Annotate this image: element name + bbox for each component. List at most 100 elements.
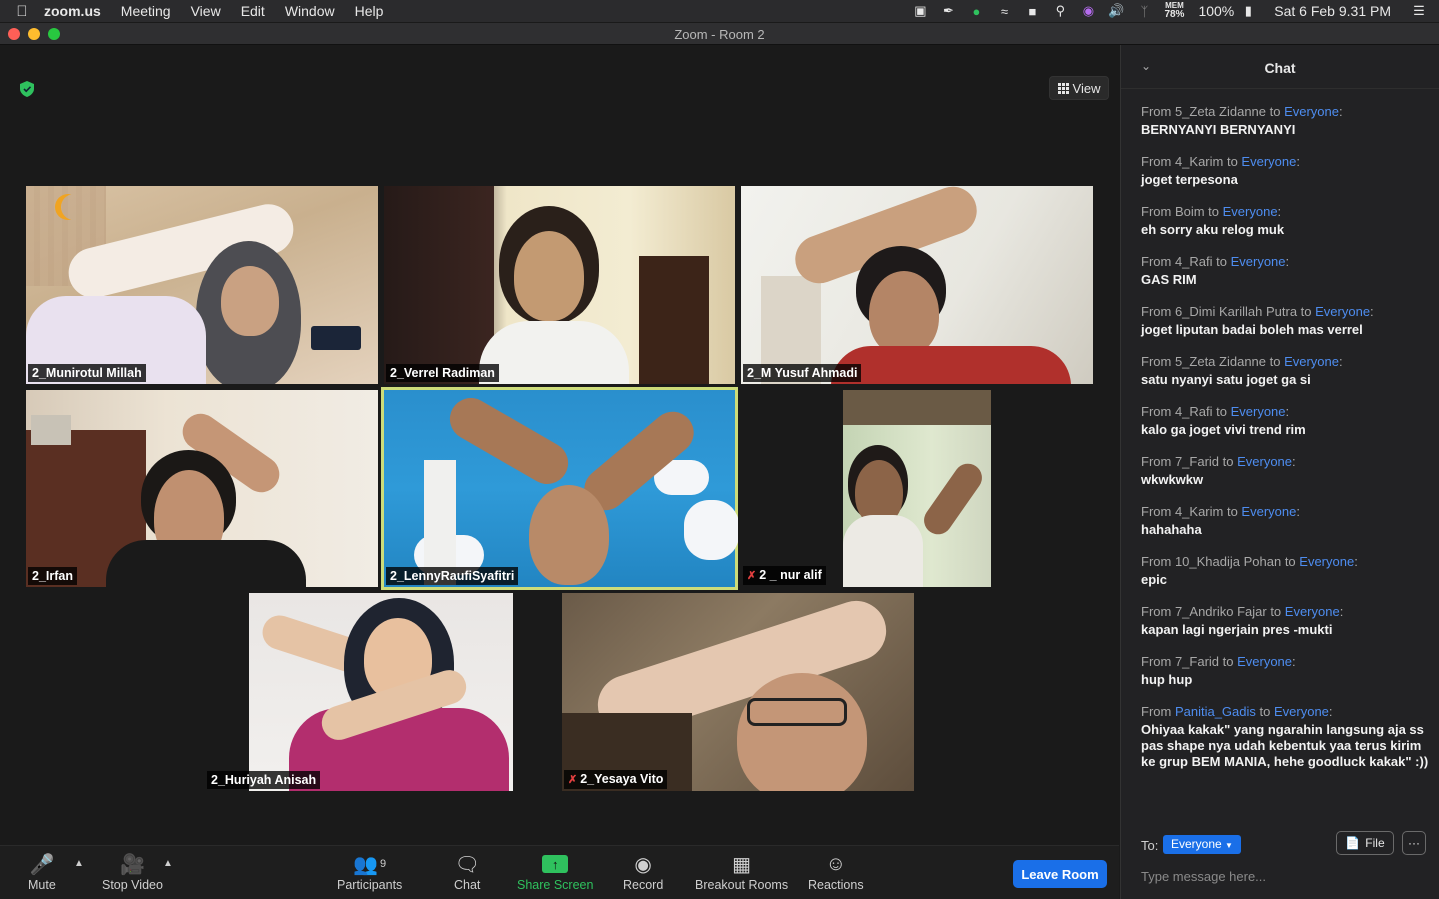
chat-message: From 6_Dimi Karillah Putra to Everyone: j… (1141, 303, 1431, 338)
notification-center-icon[interactable]: ☰ (1399, 3, 1439, 19)
zoom-window: Zoom - Room 2 View 2_Munirotul Millah 2_… (0, 23, 1439, 899)
recipient-link[interactable]: Everyone (1223, 204, 1278, 219)
video-feed (26, 186, 378, 384)
zoom-status-icon[interactable]: ▣ (906, 3, 934, 19)
chat-messages: From 5_Zeta Zidanne to Everyone: BERNYANY… (1141, 103, 1431, 785)
video-tile-nur-alif[interactable]: ✗ 2 _ nur alif (741, 390, 1093, 587)
menu-window[interactable]: Window (275, 0, 345, 22)
apple-icon[interactable]:  (0, 3, 44, 20)
view-button[interactable]: View (1049, 76, 1109, 100)
audio-options-chevron-icon[interactable]: ▲ (74, 858, 84, 869)
recipient-link[interactable]: Everyone (1237, 654, 1292, 669)
video-tile-irfan[interactable]: 2_Irfan (26, 390, 378, 587)
menu-edit[interactable]: Edit (231, 0, 275, 22)
chat-message-text: kapan lagi ngerjain pres -mukti (1141, 622, 1333, 637)
lock-icon[interactable]: ■ (1018, 4, 1046, 19)
bluetooth-icon[interactable]: ᛉ (1130, 4, 1158, 19)
chat-message-sender: From 6_Dimi Karillah Putra to Everyone: (1141, 304, 1374, 319)
title-bar: Zoom - Room 2 (0, 23, 1439, 45)
recipient-link[interactable]: Everyone (1284, 104, 1339, 119)
recipient-link[interactable]: Everyone (1285, 604, 1340, 619)
volume-icon[interactable]: 🔊 (1102, 3, 1130, 19)
video-tile-huriyah[interactable]: 2_Huriyah Anisah (205, 593, 557, 791)
menu-view[interactable]: View (181, 0, 231, 22)
feather-icon[interactable]: ✒ (934, 3, 962, 19)
recipient-link[interactable]: Everyone (1284, 354, 1339, 369)
file-button[interactable]: 📄 File (1336, 831, 1394, 855)
chat-message-input[interactable] (1141, 865, 1421, 887)
sender-text: From 7_Andriko Fajar to (1141, 604, 1285, 619)
recipient-link[interactable]: Everyone (1241, 504, 1296, 519)
recipient-link[interactable]: Everyone (1315, 304, 1370, 319)
menu-help[interactable]: Help (345, 0, 394, 22)
chat-button[interactable]: 🗨 Chat (454, 850, 480, 896)
muted-mic-icon: ✗ (568, 774, 578, 786)
sender-text: From Boim to (1141, 204, 1223, 219)
chat-panel: ⌄ Chat From 5_Zeta Zidanne to Everyone: B… (1120, 45, 1439, 899)
video-tile-verrel[interactable]: 2_Verrel Radiman (384, 186, 735, 384)
participant-name-text: 2 _ nur alif (759, 568, 822, 582)
video-feed (843, 390, 991, 587)
chat-message: From 4_Rafi to Everyone: GAS RIM (1141, 253, 1431, 288)
recipient-link[interactable]: Everyone (1231, 254, 1286, 269)
share-screen-icon: ↑ (542, 850, 569, 878)
participant-name: 2_LennyRaufiSyafitri (386, 567, 519, 585)
video-tile-lenny[interactable]: 2_LennyRaufiSyafitri (381, 387, 738, 590)
sender-text: From 7_Farid to (1141, 654, 1238, 669)
recipient-link[interactable]: Everyone (1299, 554, 1354, 569)
memory-indicator[interactable]: MEM 78% (1158, 2, 1190, 20)
stop-video-button[interactable]: 🎥 Stop Video (102, 850, 163, 896)
line-app-icon[interactable]: ● (962, 4, 990, 19)
sender-link[interactable]: Panitia_Gadis (1175, 704, 1256, 719)
reactions-button[interactable]: ☺ Reactions (808, 850, 864, 896)
video-tile-yesaya[interactable]: ✗ 2_Yesaya Vito (562, 593, 914, 791)
participant-name: 2_Huriyah Anisah (207, 771, 321, 789)
search-icon[interactable]: ⚲ (1046, 3, 1074, 19)
video-tile-yusuf[interactable]: 2_M Yusuf Ahmadi (741, 186, 1093, 384)
participants-button[interactable]: 👥 9 Participants (337, 850, 402, 896)
to-label: To: (1141, 838, 1159, 853)
recipient-link[interactable]: Everyone (1231, 404, 1286, 419)
record-button[interactable]: ◉ Record (623, 850, 663, 896)
chat-message-text: eh sorry aku relog muk (1141, 222, 1285, 237)
sender-text: From 6_Dimi Karillah Putra to (1141, 304, 1316, 319)
share-screen-button[interactable]: ↑ Share Screen (517, 850, 593, 896)
recipient-link[interactable]: Everyone (1241, 154, 1296, 169)
video-options-chevron-icon[interactable]: ▲ (163, 858, 173, 869)
chat-header: ⌄ Chat (1121, 45, 1439, 89)
battery-icon[interactable]: ▮ (1234, 3, 1262, 19)
chat-label: Chat (454, 878, 481, 892)
video-tile-munirotul[interactable]: 2_Munirotul Millah (26, 186, 378, 384)
clock[interactable]: Sat 6 Feb 9.31 PM (1262, 3, 1399, 19)
reactions-label: Reactions (808, 878, 864, 892)
chat-title: Chat (1264, 60, 1296, 76)
more-options-button[interactable]: ··· (1402, 831, 1426, 855)
siri-icon[interactable]: ◉ (1074, 3, 1102, 19)
video-feed (384, 390, 738, 587)
sender-text: From 5_Zeta Zidanne to (1141, 104, 1285, 119)
shield-icon[interactable] (20, 81, 34, 97)
video-feed (384, 186, 735, 384)
chat-message-text: joget liputan badai boleh mas verrel (1141, 322, 1363, 337)
recipient-link[interactable]: Everyone (1274, 704, 1329, 719)
mute-label: Mute (28, 878, 56, 892)
recipient-link[interactable]: Everyone (1237, 454, 1292, 469)
chat-bubble-icon: 🗨 (454, 853, 480, 876)
wifi-icon[interactable]: ≈ (990, 4, 1018, 19)
leave-room-button[interactable]: Leave Room (1013, 860, 1107, 888)
menu-app[interactable]: zoom.us (44, 0, 111, 22)
video-feed (562, 593, 914, 791)
menu-meeting[interactable]: Meeting (111, 0, 181, 22)
mute-button[interactable]: 🎤 Mute (28, 850, 56, 896)
chat-message-sender: From Boim to Everyone: (1141, 204, 1282, 219)
chat-message-sender: From 7_Farid to Everyone: (1141, 454, 1296, 469)
chat-message: From 4_Karim to Everyone: hahahaha (1141, 503, 1431, 538)
record-label: Record (623, 878, 664, 892)
chat-message: From 5_Zeta Zidanne to Everyone: satu nya… (1141, 353, 1431, 388)
participant-name: 2_Irfan (28, 567, 77, 585)
breakout-rooms-button[interactable]: ▦ Breakout Rooms (695, 850, 788, 896)
grid-icon (1057, 82, 1069, 94)
chat-message-text: kalo ga joget vivi trend rim (1141, 422, 1306, 437)
mem-value: 78% (1164, 9, 1185, 20)
recipient-select[interactable]: Everyone ▼ (1163, 835, 1241, 854)
